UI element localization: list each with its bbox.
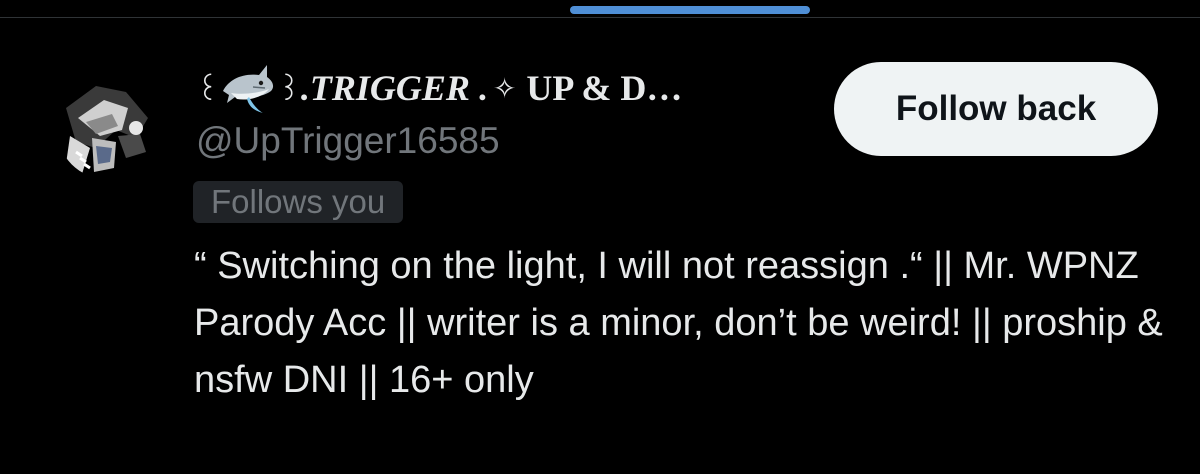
user-handle[interactable]: @UpTrigger16585: [196, 120, 500, 162]
name-after-icon-symbol: ꒱: [277, 72, 301, 108]
shark-icon: [223, 65, 274, 113]
avatar[interactable]: [56, 78, 158, 180]
top-divider: [0, 17, 1200, 18]
display-name[interactable]: ꒰ ꒱ .TRIGGER . ✧ UP & D…: [196, 60, 682, 116]
name-tail: UP & D…: [526, 68, 683, 108]
sparkle-icon: ✧: [492, 72, 517, 104]
follow-back-button[interactable]: Follow back: [834, 62, 1158, 156]
name-dot: .: [477, 68, 487, 108]
profile-bio: “ Switching on the light, I will not rea…: [194, 245, 1163, 401]
name-prefix-symbol: ꒰: [196, 72, 220, 108]
scroll-indicator[interactable]: [570, 6, 810, 14]
name-main: .TRIGGER: [300, 68, 470, 108]
follows-you-badge: Follows you: [193, 181, 404, 223]
